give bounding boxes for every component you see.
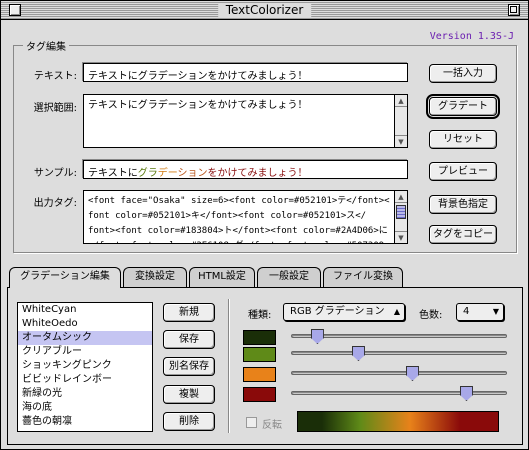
tab-file-conversion[interactable]: ファイル変換 [323,267,403,287]
slider-track [291,391,507,395]
preset-list[interactable]: WhiteCyan WhiteOedo オータムシック クリアブルー ショッキングピンク… [17,302,153,432]
scroll-thumb[interactable] [396,205,406,219]
slider-track [291,371,507,375]
output-line: <font face="Osaka" size=6><font color=#0… [88,196,390,206]
new-preset-button[interactable]: 新規 [163,303,215,322]
output-textarea[interactable]: <font face="Osaka" size=6><font color=#0… [83,190,408,244]
tab-general-settings[interactable]: 一般設定 [257,267,321,287]
window-title: TextColorizer [217,3,312,17]
version-label: Version 1.3S-J [429,31,514,42]
zoom-box[interactable] [508,4,520,16]
color-position-slider[interactable] [291,366,507,381]
list-item[interactable]: オータムシック [18,331,152,345]
sample-segment: をかけてみましょう！ [207,168,308,179]
selection-scrollbar[interactable]: ▲ ▼ [394,95,407,147]
tab-bar: グラデーション編集 変換設定 HTML設定 一般設定 ファイル変換 [1,267,529,288]
scroll-up-arrow-icon[interactable]: ▲ [395,95,407,107]
tag-edit-group-label: タグ編集 [23,38,69,53]
count-label: 色数: [419,310,443,321]
output-scrollbar[interactable]: ▲ ▼ [394,191,407,243]
output-line: font><font color=#183804>ト</font><font c… [88,226,388,236]
text-label: テキスト: [33,71,77,82]
list-item[interactable]: クリアブルー [18,345,152,359]
gradient-preview-bar [297,411,499,432]
duplicate-preset-button[interactable]: 複製 [163,385,215,404]
app-window: TextColorizer Version 1.3S-J タグ編集 テキスト: … [0,0,529,450]
selection-label: 選択範囲: [33,103,77,114]
list-item[interactable]: WhiteCyan [18,303,152,317]
tab-conversion-settings[interactable]: 変換設定 [123,267,187,287]
scroll-down-arrow-icon[interactable]: ▼ [395,231,407,243]
reset-button[interactable]: リセット [429,130,497,149]
output-label: 出力タグ: [33,198,77,209]
output-line: </font><font color=#3E6108>グ</font><font… [88,239,403,243]
sample-preview: テキストにグラデーションをかけてみましょう！ [83,160,408,179]
type-label: 種類: [248,310,272,321]
selection-textarea[interactable]: テキストにグラデーションをかけてみましょう！ ▲ ▼ [83,94,408,148]
text-input[interactable]: テキストにグラデーションをかけてみましょう！ [83,63,408,82]
output-line: font color=#052101>キ</font><font color=#… [88,211,367,221]
preview-button[interactable]: プレビュー [429,162,497,181]
bulk-input-button[interactable]: 一括入力 [429,64,497,83]
slider-knob[interactable] [310,329,324,344]
slider-knob[interactable] [405,366,419,381]
title-bar[interactable]: TextColorizer [1,1,528,20]
color-swatch[interactable] [243,367,276,382]
list-item[interactable]: 薔色の朝凛 [18,415,152,429]
color-position-slider[interactable] [291,329,507,344]
reverse-checkbox[interactable] [246,417,257,428]
sample-segment: デー [157,168,178,179]
list-item[interactable]: 新緑の光 [18,387,152,401]
tab-html-settings[interactable]: HTML設定 [189,267,255,287]
color-position-slider[interactable] [291,386,507,401]
reverse-label: 反転 [262,420,282,431]
list-item[interactable]: 海の底 [18,401,152,415]
color-swatch[interactable] [243,387,276,402]
list-item[interactable]: ビビッドレインボー [18,373,152,387]
color-count-popup[interactable]: 4 ▼ [456,303,504,321]
delete-preset-button[interactable]: 削除 [163,412,215,431]
save-as-preset-button[interactable]: 別名保存 [163,357,215,376]
close-box[interactable] [9,4,21,16]
copy-tag-button[interactable]: タグをコピー [429,225,497,244]
list-item[interactable]: ショッキングピンク [18,359,152,373]
slider-track [291,351,507,355]
bg-color-button[interactable]: 背景色指定 [429,195,497,214]
panel-divider [228,299,229,433]
scroll-up-arrow-icon[interactable]: ▲ [395,191,407,203]
popup-arrows-icon: ▼ [492,307,499,316]
color-swatch[interactable] [243,330,276,345]
list-item[interactable]: WhiteOedo [18,317,152,331]
output-text: <font face="Osaka" size=6><font color=#0… [84,191,407,243]
sample-label: サンプル: [33,168,77,179]
popup-arrows-icon: ▲ [393,307,400,316]
slider-knob[interactable] [459,386,473,401]
selection-text: テキストにグラデーションをかけてみましょう！ [88,100,308,111]
sample-segment: ション [177,168,208,179]
tab-gradient-edit[interactable]: グラデーション編集 [9,267,121,288]
color-swatch[interactable] [243,347,276,362]
slider-knob[interactable] [351,346,365,361]
sample-segment: グラ [137,168,158,179]
gradient-type-value: RGB グラデーション [290,306,385,317]
gradate-button[interactable]: グラデート [426,94,500,119]
scroll-down-arrow-icon[interactable]: ▼ [395,135,407,147]
color-position-slider[interactable] [291,346,507,361]
save-preset-button[interactable]: 保存 [163,330,215,349]
gradient-type-popup[interactable]: RGB グラデーション ▲ [283,303,405,321]
color-count-value: 4 [463,306,470,317]
sample-segment: テキストに [88,168,138,179]
